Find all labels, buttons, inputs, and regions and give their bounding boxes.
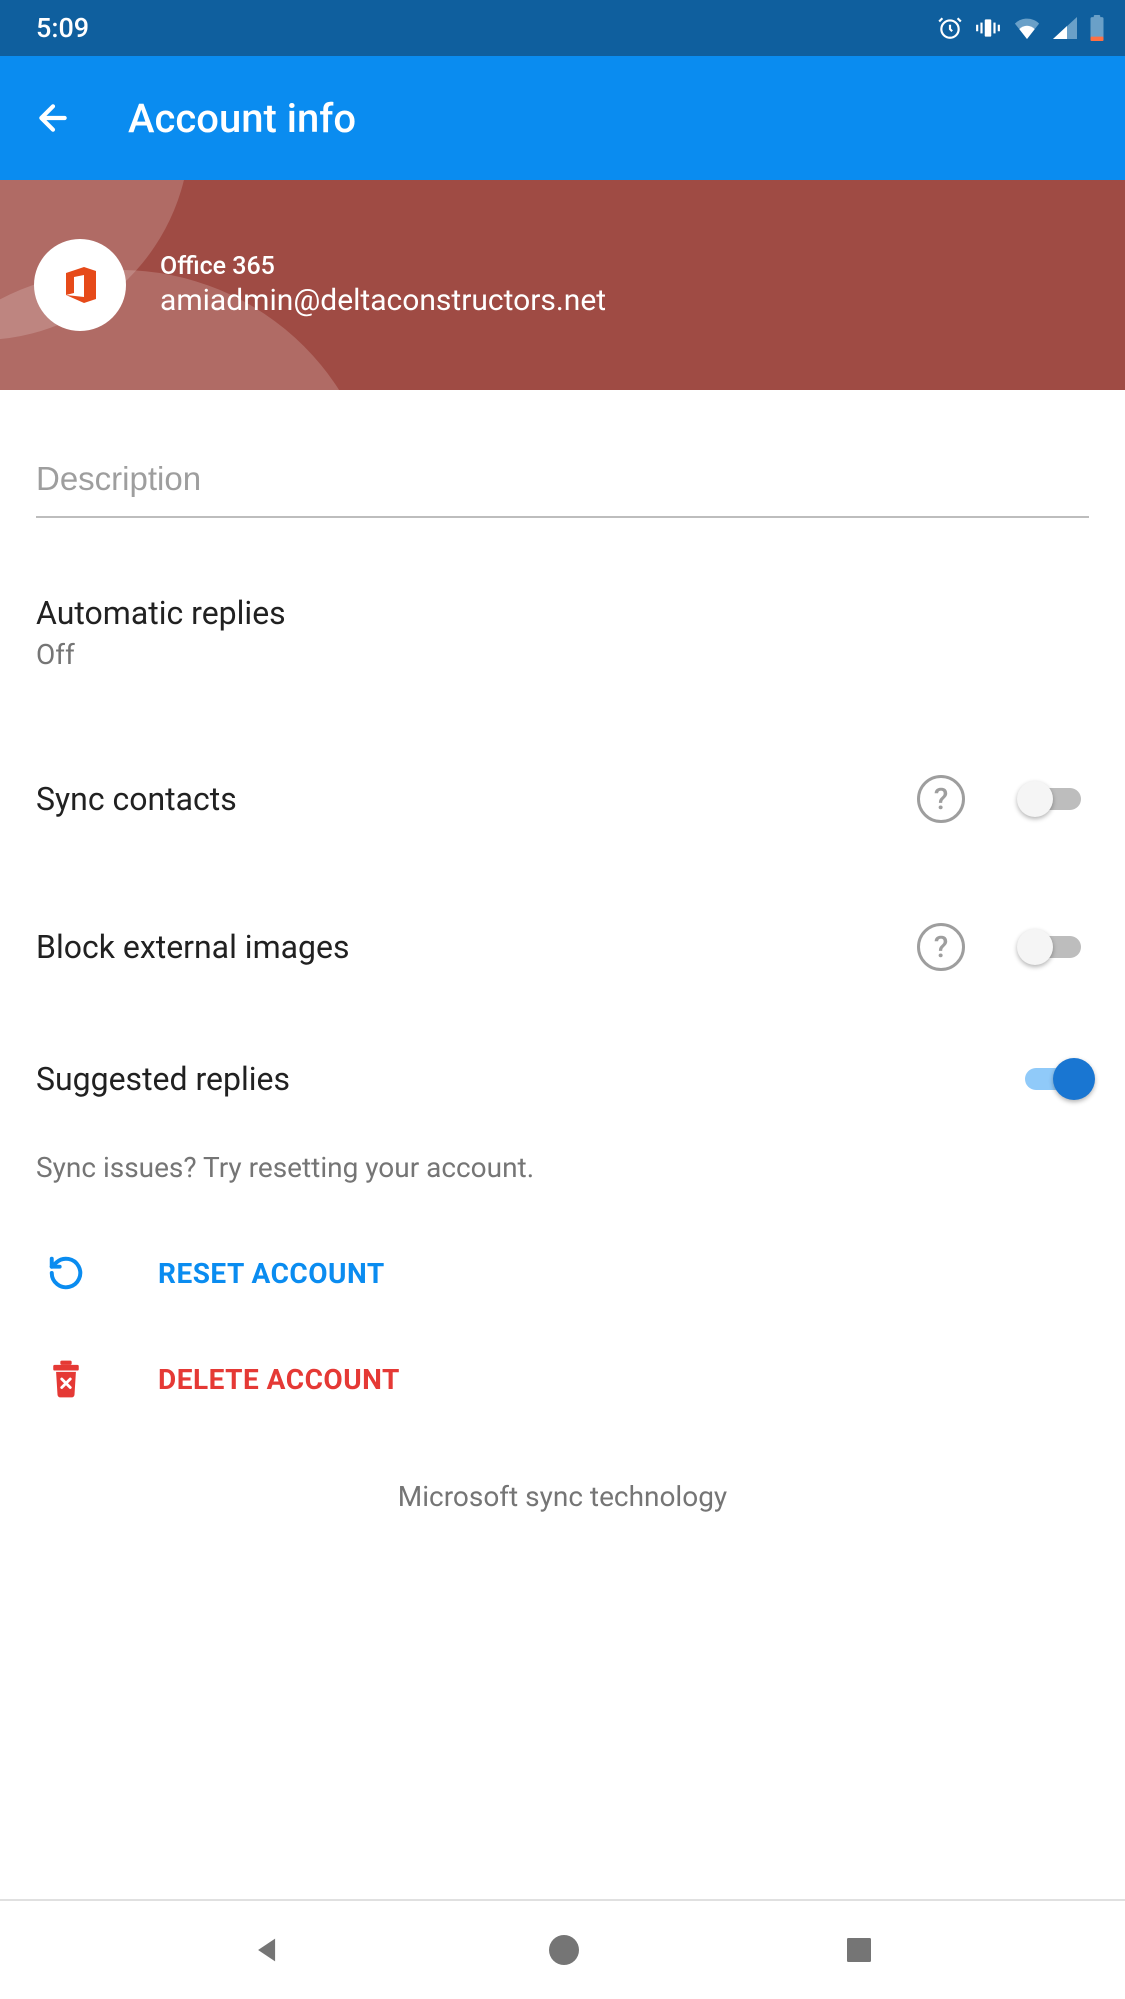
account-email: amiadmin@deltaconstructors.net <box>160 283 606 318</box>
setting-title: Automatic replies <box>36 594 1089 632</box>
footer-tech: Microsoft sync technology <box>36 1432 1089 1561</box>
app-bar: Account info <box>0 56 1125 180</box>
alarm-icon <box>937 15 963 41</box>
page-title: Account info <box>128 95 356 142</box>
trash-icon <box>46 1360 86 1398</box>
sync-hint: Sync issues? Try resetting your account. <box>36 1129 1089 1220</box>
setting-title: Sync contacts <box>36 780 893 818</box>
nav-home-button[interactable] <box>546 1932 582 1968</box>
description-input[interactable] <box>36 390 1089 518</box>
setting-automatic-replies[interactable]: Automatic replies Off <box>36 518 1089 719</box>
delete-account-label: DELETE ACCOUNT <box>158 1363 400 1396</box>
setting-sync-contacts: Sync contacts ? <box>36 719 1089 871</box>
help-icon[interactable]: ? <box>917 775 965 823</box>
reset-icon <box>46 1254 86 1292</box>
setting-title: Block external images <box>36 928 893 966</box>
setting-title: Suggested replies <box>36 1060 993 1098</box>
nav-back-button[interactable] <box>251 1933 285 1967</box>
nav-recent-button[interactable] <box>843 1934 875 1966</box>
settings-content: Automatic replies Off Sync contacts ? Bl… <box>0 390 1125 1561</box>
reset-account-button[interactable]: RESET ACCOUNT <box>36 1220 1089 1326</box>
reset-account-label: RESET ACCOUNT <box>158 1257 385 1290</box>
battery-icon <box>1089 15 1105 41</box>
vibrate-icon <box>975 15 1001 41</box>
account-avatar <box>34 239 126 331</box>
help-icon[interactable]: ? <box>917 923 965 971</box>
sync-contacts-toggle[interactable] <box>1017 779 1089 819</box>
signal-icon <box>1053 17 1077 39</box>
delete-account-button[interactable]: DELETE ACCOUNT <box>36 1326 1089 1432</box>
navigation-bar <box>0 1899 1125 1999</box>
status-icons <box>937 15 1105 41</box>
suggested-replies-toggle[interactable] <box>1017 1059 1089 1099</box>
setting-block-external-images: Block external images ? <box>36 871 1089 1019</box>
status-bar: 5:09 <box>0 0 1125 56</box>
setting-subtitle: Off <box>36 638 1089 671</box>
account-provider: Office 365 <box>160 252 606 281</box>
block-external-images-toggle[interactable] <box>1017 927 1089 967</box>
setting-suggested-replies: Suggested replies <box>36 1019 1089 1129</box>
back-button[interactable] <box>28 93 78 143</box>
account-header: Office 365 amiadmin@deltaconstructors.ne… <box>0 180 1125 390</box>
status-time: 5:09 <box>36 12 89 44</box>
wifi-icon <box>1013 17 1041 39</box>
office-icon <box>56 261 104 309</box>
